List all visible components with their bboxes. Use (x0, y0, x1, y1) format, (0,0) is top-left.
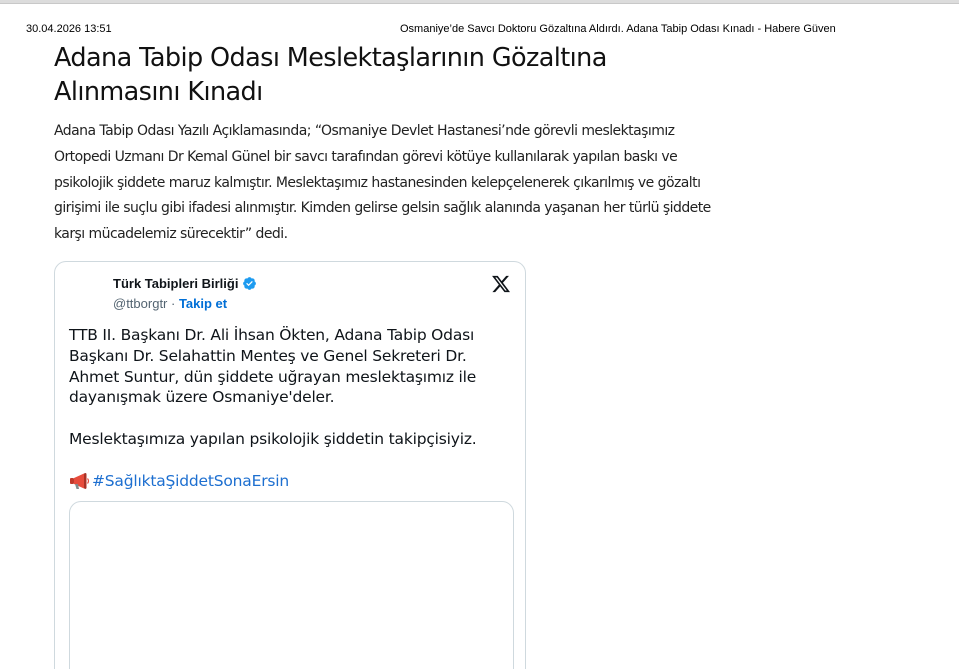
separator: · (167, 296, 179, 311)
tweet-handle[interactable]: @ttborgtr (113, 296, 167, 311)
tweet-paragraph-1: TTB II. Başkanı Dr. Ali İhsan Ökten, Ada… (69, 326, 477, 407)
x-logo-icon[interactable] (491, 274, 511, 294)
tweet-text: TTB II. Başkanı Dr. Ali İhsan Ökten, Ada… (69, 325, 514, 491)
follow-button[interactable]: Takip et (179, 296, 227, 311)
article-body: Adana Tabip Odası Yazılı Açıklamasında; … (54, 123, 711, 243)
avatar[interactable] (69, 274, 109, 314)
embedded-tweet[interactable]: Türk Tabipleri Birliği @ttborgtr · Takip… (54, 261, 526, 669)
verified-badge-icon (243, 277, 257, 290)
hashtag-row: #SağlıktaŞiddetSonaErsin (69, 471, 514, 492)
print-date: 30.04.2026 13:51 (26, 23, 112, 35)
tweet-author[interactable]: Türk Tabipleri Birliği (113, 276, 257, 291)
tweet-author-name[interactable]: Türk Tabipleri Birliği (113, 276, 238, 291)
megaphone-icon (70, 472, 90, 489)
hashtag-link[interactable]: #SağlıktaŞiddetSonaErsin (92, 471, 289, 492)
tweet-handle-row: @ttborgtr · Takip et (113, 296, 227, 311)
tweet-paragraph-2: Meslektaşımıza yapılan psikolojik şiddet… (69, 429, 477, 448)
top-rule (0, 0, 959, 4)
print-page-title: Osmaniye’de Savcı Doktoru Gözaltına Aldı… (400, 23, 836, 35)
article-headline: Adana Tabip Odası Meslektaşlarının Gözal… (54, 43, 607, 107)
tweet-media-card[interactable] (69, 501, 514, 669)
